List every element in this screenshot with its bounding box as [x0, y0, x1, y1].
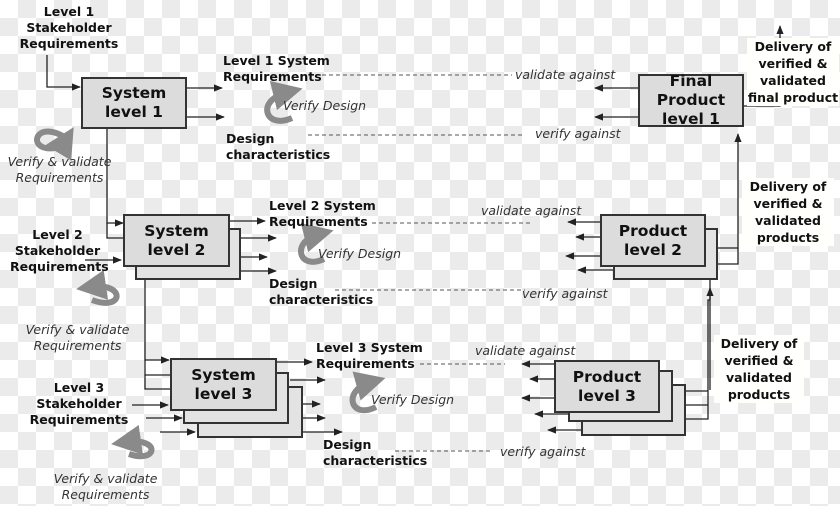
validate-against-2: validate against [481, 203, 582, 218]
delivery-final-product: Delivery of verified & validated final p… [747, 38, 839, 106]
product-level-2-box[interactable]: Product level 2 [600, 214, 706, 267]
label-line: Stakeholder [36, 396, 122, 411]
label-line: validated [726, 370, 792, 385]
validate-against-1: validate against [515, 67, 616, 82]
label-line: Verify & validate [25, 322, 130, 337]
delivery-products-2: Delivery of verified & validated product… [742, 178, 834, 246]
label-line: Level 1 [43, 4, 95, 19]
label-line: Design [323, 437, 372, 452]
curved-loop-arrow-icon [34, 127, 74, 161]
curved-loop-arrow-icon [76, 270, 120, 306]
label-line: characteristics [323, 453, 428, 468]
box-subtitle: level 3 [194, 384, 253, 403]
label-line: Requirements [15, 170, 104, 185]
label-line: Delivery of [754, 39, 832, 54]
verify-against-1: verify against [535, 126, 621, 141]
label-line: Requirements [10, 259, 109, 274]
sys2-to-sys3-connector [144, 266, 170, 364]
label-line: verified & [753, 196, 823, 211]
label-line: Requirements [61, 487, 150, 502]
label-line: Verify & validate [53, 471, 158, 486]
design-characteristics-3: Design characteristics [323, 437, 427, 469]
stakeholder-requirements-3: Level 3 Stakeholder Requirements [28, 380, 130, 428]
verify-design-label-2: Verify Design [318, 246, 402, 261]
stakeholder-requirements-1: Level 1 Stakeholder Requirements [14, 4, 124, 52]
box-subtitle: level 1 [662, 110, 720, 128]
box-title: System [144, 221, 209, 240]
box-subtitle: level 3 [578, 386, 636, 405]
label-line: Stakeholder [26, 20, 112, 35]
box-subtitle: level 1 [105, 103, 163, 121]
label-line: products [756, 230, 820, 245]
verify-design-label-3: Verify Design [371, 392, 455, 407]
validate-against-3: validate against [475, 343, 576, 358]
label-line: Requirements [19, 36, 119, 51]
label-line: Level 2 System [269, 198, 376, 213]
label-line: Delivery of [720, 336, 798, 351]
label-line: Design [269, 276, 318, 291]
delivery-products-3: Delivery of verified & validated product… [714, 335, 804, 403]
system-requirements-3: Level 3 System Requirements [316, 340, 423, 372]
verify-validate-requirements-1: Verify & validate Requirements [2, 154, 117, 186]
label-line: Level 1 System [223, 53, 330, 68]
label-line: final product [747, 90, 839, 105]
label-line: validated [760, 73, 826, 88]
box-subtitle: level 2 [147, 240, 206, 259]
verify-against-3: verify against [500, 444, 586, 459]
box-title: System [191, 365, 256, 384]
system-requirements-1: Level 1 System Requirements [223, 53, 330, 85]
label-line: Requirements [33, 338, 122, 353]
box-title: Product [618, 221, 688, 240]
system-level-2-box[interactable]: System level 2 [123, 214, 230, 267]
label-line: validated [755, 213, 821, 228]
box-title: Product [572, 367, 642, 386]
system-level-1-box[interactable]: System level 1 [81, 77, 187, 129]
stakeholder-1-connector [46, 55, 81, 91]
verify-design-label-1: Verify Design [283, 98, 367, 113]
label-line: Level 2 [32, 227, 83, 242]
system-requirements-2: Level 2 System Requirements [269, 198, 376, 230]
label-line: Requirements [223, 69, 322, 84]
label-line: Level 3 System [316, 340, 423, 355]
label-line: Requirements [316, 356, 415, 371]
box-subtitle: level 2 [624, 240, 682, 259]
label-line: Delivery of [749, 179, 827, 194]
label-line: Level 3 [53, 380, 105, 395]
stakeholder-requirements-2: Level 2 Stakeholder Requirements [10, 227, 109, 275]
verify-against-2: verify against [522, 286, 608, 301]
label-line: verified & [758, 56, 828, 71]
label-line: Requirements [29, 412, 129, 427]
design-characteristics-1: Design characteristics [226, 131, 330, 163]
label-line: Verify & validate [7, 154, 112, 169]
box-title: System [101, 84, 167, 102]
curved-loop-arrow-icon [111, 425, 155, 460]
verify-validate-requirements-2: Verify & validate Requirements [20, 322, 135, 354]
label-line: products [727, 387, 791, 402]
product-level-3-box[interactable]: Product level 3 [554, 360, 660, 413]
label-line: characteristics [269, 292, 374, 307]
final-product-level-1-box[interactable]: Final Product level 1 [638, 72, 744, 128]
verify-validate-requirements-3: Verify & validate Requirements [48, 471, 163, 503]
label-line: Requirements [269, 214, 368, 229]
label-line: verified & [724, 353, 794, 368]
box-title: Final Product [656, 72, 726, 109]
label-line: Design [226, 131, 275, 146]
label-line: Stakeholder [14, 243, 101, 258]
design-characteristics-2: Design characteristics [269, 276, 373, 308]
label-line: characteristics [226, 147, 331, 162]
system-level-3-box[interactable]: System level 3 [170, 358, 277, 411]
